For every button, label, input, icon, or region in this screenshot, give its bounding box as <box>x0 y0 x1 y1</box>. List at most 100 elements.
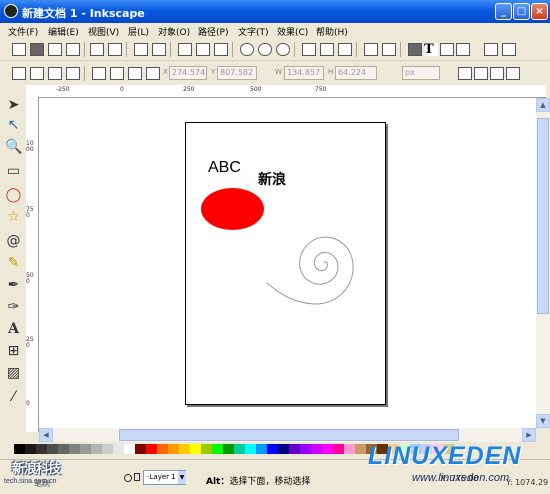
export-icon[interactable] <box>108 43 122 56</box>
text-object-abc[interactable]: ABC <box>208 159 241 177</box>
palette-swatch[interactable] <box>234 444 245 454</box>
menu-help[interactable]: 帮助(H) <box>316 25 348 38</box>
ungroup-icon[interactable] <box>382 43 396 56</box>
pen-tool-icon[interactable]: ✒ <box>5 277 22 294</box>
palette-swatch[interactable] <box>355 444 366 454</box>
palette-swatch[interactable] <box>333 444 344 454</box>
pencil-tool-icon[interactable]: ✎ <box>5 255 22 272</box>
dropper-tool-icon[interactable]: ⁄ <box>5 389 22 406</box>
import-icon[interactable] <box>90 43 104 56</box>
palette-swatch[interactable] <box>113 444 124 454</box>
palette-swatch[interactable] <box>256 444 267 454</box>
new-document-icon[interactable] <box>12 43 26 56</box>
red-ellipse[interactable] <box>201 188 264 230</box>
ellipse-tool-icon[interactable]: ◯ <box>5 187 22 204</box>
palette-swatch[interactable] <box>223 444 234 454</box>
menu-view[interactable]: 视图(V) <box>88 25 119 38</box>
vertical-scroll-thumb[interactable] <box>537 118 549 314</box>
h-field[interactable]: 64.224 <box>335 66 377 80</box>
palette-swatch[interactable] <box>289 444 300 454</box>
spiral-object[interactable] <box>264 201 374 331</box>
copy-icon[interactable] <box>178 43 192 56</box>
rectangle-tool-icon[interactable]: ▭ <box>5 163 22 180</box>
calligraphy-tool-icon[interactable]: ✑ <box>5 299 22 316</box>
menu-effects[interactable]: 效果(C) <box>277 25 308 38</box>
palette-swatch[interactable] <box>190 444 201 454</box>
scale-stroke-icon[interactable] <box>458 67 472 80</box>
text-tool-icon[interactable]: A <box>5 321 22 338</box>
palette-swatch[interactable] <box>135 444 146 454</box>
paste-icon[interactable] <box>214 43 228 56</box>
redo-icon[interactable] <box>152 43 166 56</box>
scroll-up-button[interactable]: ▲ <box>536 98 550 112</box>
menu-text[interactable]: 文字(T) <box>238 25 269 38</box>
palette-swatch[interactable] <box>179 444 190 454</box>
connector-tool-icon[interactable]: ⊞ <box>5 343 22 360</box>
palette-swatch[interactable] <box>47 444 58 454</box>
palette-swatch[interactable] <box>322 444 333 454</box>
w-field[interactable]: 134.857 <box>284 66 324 80</box>
palette-swatch[interactable] <box>311 444 322 454</box>
menu-layer[interactable]: 层(L) <box>128 25 149 38</box>
open-folder-icon[interactable] <box>30 43 44 56</box>
transform-gradient-icon[interactable] <box>490 67 504 80</box>
menu-path[interactable]: 路径(P) <box>198 25 228 38</box>
horizontal-scrollbar[interactable]: ◀ ▶ <box>39 428 536 442</box>
document-properties-icon[interactable] <box>502 43 516 56</box>
palette-swatch[interactable] <box>245 444 256 454</box>
horizontal-scroll-thumb[interactable] <box>119 429 459 441</box>
lower-icon[interactable] <box>128 67 142 80</box>
align-distribute-icon[interactable] <box>456 43 470 56</box>
menu-object[interactable]: 对象(O) <box>158 25 190 38</box>
lower-to-bottom-icon[interactable] <box>146 67 160 80</box>
zoom-drawing-icon[interactable] <box>258 43 272 56</box>
palette-swatch[interactable] <box>201 444 212 454</box>
unit-select[interactable]: px <box>402 66 440 80</box>
fill-stroke-icon[interactable] <box>408 43 422 56</box>
preferences-icon[interactable] <box>484 43 498 56</box>
clone-icon[interactable] <box>320 43 334 56</box>
palette-swatch[interactable] <box>212 444 223 454</box>
rotate-ccw-icon[interactable] <box>12 67 26 80</box>
save-icon[interactable] <box>48 43 62 56</box>
palette-swatch[interactable] <box>69 444 80 454</box>
star-tool-icon[interactable]: ☆ <box>5 209 22 226</box>
maximize-button[interactable]: □ <box>513 3 530 20</box>
palette-swatch[interactable] <box>58 444 69 454</box>
palette-swatch[interactable] <box>80 444 91 454</box>
palette-swatch[interactable] <box>36 444 47 454</box>
palette-swatch[interactable] <box>146 444 157 454</box>
chevron-down-icon[interactable]: ▼ <box>178 471 186 484</box>
y-field[interactable]: 807.582 <box>217 66 257 80</box>
palette-swatch[interactable] <box>102 444 113 454</box>
eye-icon[interactable] <box>124 474 132 482</box>
menu-file[interactable]: 文件(F) <box>8 25 38 38</box>
zoom-page-icon[interactable] <box>276 43 290 56</box>
node-tool-icon[interactable]: ↖ <box>5 117 22 134</box>
document-page[interactable]: ABC 新浪 <box>185 122 386 405</box>
close-button[interactable]: × <box>531 3 548 20</box>
scroll-left-button[interactable]: ◀ <box>39 428 53 442</box>
cut-icon[interactable] <box>196 43 210 56</box>
unlink-clone-icon[interactable] <box>338 43 352 56</box>
transform-pattern-icon[interactable] <box>506 67 520 80</box>
scale-corners-icon[interactable] <box>474 67 488 80</box>
flip-vertical-icon[interactable] <box>66 67 80 80</box>
drawing-canvas[interactable]: ABC 新浪 <box>39 98 536 428</box>
palette-swatch[interactable] <box>124 444 135 454</box>
zoom-selection-icon[interactable] <box>240 43 254 56</box>
x-field[interactable]: 274.574 <box>169 66 207 80</box>
rotate-cw-icon[interactable] <box>30 67 44 80</box>
palette-swatch[interactable] <box>344 444 355 454</box>
group-icon[interactable] <box>364 43 378 56</box>
text-object-chinese[interactable]: 新浪 <box>258 169 286 189</box>
menu-edit[interactable]: 编辑(E) <box>48 25 79 38</box>
duplicate-icon[interactable] <box>302 43 316 56</box>
scroll-down-button[interactable]: ▼ <box>536 414 550 428</box>
zoom-tool-icon[interactable]: 🔍 <box>5 139 22 156</box>
inkscape-app-icon[interactable] <box>4 4 18 18</box>
palette-swatch[interactable] <box>14 444 25 454</box>
lock-icon[interactable] <box>134 473 140 481</box>
flip-horizontal-icon[interactable] <box>48 67 62 80</box>
xml-editor-icon[interactable] <box>440 43 454 56</box>
